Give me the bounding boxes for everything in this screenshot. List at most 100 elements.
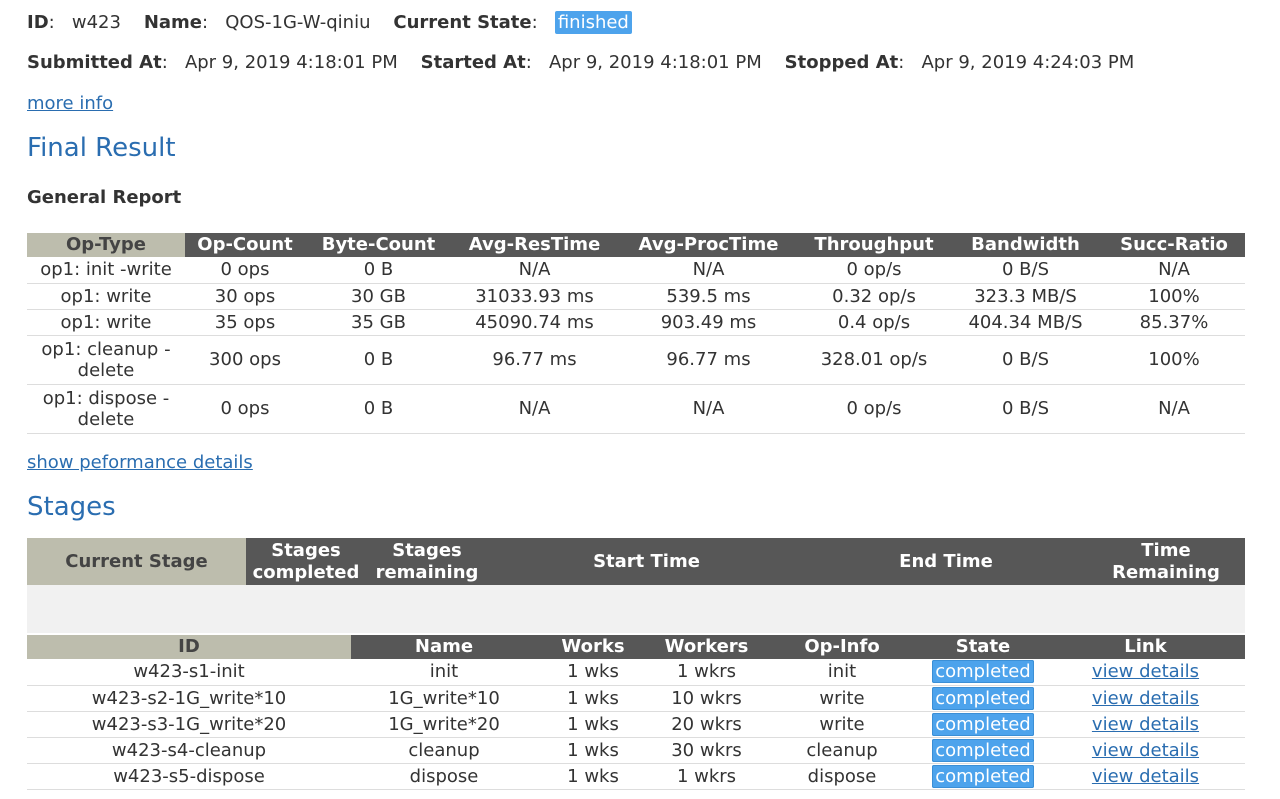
stage-name: 1G_write*10 <box>351 685 537 712</box>
table-cell: 35 ops <box>185 309 305 336</box>
table-cell: op1: cleanup - delete <box>27 335 185 385</box>
stage-works: 1 wks <box>537 737 649 764</box>
col-header: Avg-ResTime <box>452 233 617 257</box>
view-details-link[interactable]: view details <box>1092 740 1199 761</box>
view-details-link[interactable]: view details <box>1092 714 1199 735</box>
table-cell: 35 GB <box>305 309 452 336</box>
stage-summary-empty-row <box>27 585 1245 633</box>
table-cell: op1: write <box>27 309 185 336</box>
id-label: ID <box>27 12 49 33</box>
stage-link-cell: view details <box>1046 711 1245 738</box>
table-cell: 0.4 op/s <box>800 309 948 336</box>
col-header: Link <box>1046 635 1245 659</box>
col-header: Stages remaining <box>366 538 488 585</box>
started-time: Apr 9, 2019 4:18:01 PM <box>548 52 762 73</box>
stage-link-cell: view details <box>1046 685 1245 712</box>
table-cell: 0 op/s <box>800 384 948 434</box>
table-cell: 404.34 MB/S <box>948 309 1103 336</box>
show-performance-details-link[interactable]: show peformance details <box>27 452 253 473</box>
table-cell: 100% <box>1103 283 1245 310</box>
stage-id: w423-s4-cleanup <box>27 737 351 764</box>
stopped-label: Stopped At <box>784 52 899 73</box>
stage-row: w423-s4-cleanup cleanup 1 wks 30 wkrs cl… <box>27 737 1245 764</box>
stage-summary-table: Current Stage Stages completed Stages re… <box>27 538 1245 585</box>
stage-link-cell: view details <box>1046 659 1245 686</box>
col-header: Op-Type <box>27 233 185 257</box>
stage-state-cell: completed <box>920 711 1046 738</box>
table-cell: 0 ops <box>185 257 305 284</box>
table-cell: N/A <box>452 257 617 284</box>
table-row: op1: write 30 ops 30 GB 31033.93 ms 539.… <box>27 283 1245 310</box>
stage-link-cell: view details <box>1046 737 1245 764</box>
view-details-link[interactable]: view details <box>1092 688 1199 709</box>
table-cell: N/A <box>617 257 800 284</box>
stage-workers: 1 wkrs <box>649 659 764 686</box>
table-cell: 96.77 ms <box>452 335 617 385</box>
table-cell: 0 B/S <box>948 384 1103 434</box>
general-report-title: General Report <box>27 187 182 208</box>
table-cell: 323.3 MB/S <box>948 283 1103 310</box>
stage-works: 1 wks <box>537 763 649 790</box>
state-badge: completed <box>932 660 1034 684</box>
state-badge: completed <box>932 738 1034 762</box>
stage-id: w423-s1-init <box>27 659 351 686</box>
col-header: Bandwidth <box>948 233 1103 257</box>
table-row: op1: dispose - delete 0 ops 0 B N/A N/A … <box>27 384 1245 434</box>
stage-workers: 30 wkrs <box>649 737 764 764</box>
stage-workers: 1 wkrs <box>649 763 764 790</box>
table-cell: N/A <box>1103 257 1245 284</box>
state-badge: completed <box>932 764 1034 788</box>
table-cell: 96.77 ms <box>617 335 800 385</box>
state-badge: finished <box>554 11 632 34</box>
submitted-time: Apr 9, 2019 4:18:01 PM <box>184 52 398 73</box>
table-cell: 328.01 op/s <box>800 335 948 385</box>
table-cell: 903.49 ms <box>617 309 800 336</box>
stage-works: 1 wks <box>537 711 649 738</box>
table-cell: 31033.93 ms <box>452 283 617 310</box>
col-header: Avg-ProcTime <box>617 233 800 257</box>
stage-state-cell: completed <box>920 659 1046 686</box>
table-cell: 0 B/S <box>948 335 1103 385</box>
stages-header-row: ID Name Works Workers Op-Info State Link <box>27 635 1245 659</box>
table-cell: op1: dispose - delete <box>27 384 185 434</box>
stage-id: w423-s5-dispose <box>27 763 351 790</box>
col-header: End Time <box>805 538 1087 585</box>
table-cell: op1: write <box>27 283 185 310</box>
table-cell: 0.32 op/s <box>800 283 948 310</box>
more-info-link[interactable]: more info <box>27 93 113 114</box>
stage-name: init <box>351 659 537 686</box>
view-details-link[interactable]: view details <box>1092 766 1199 787</box>
stopped-time: Apr 9, 2019 4:24:03 PM <box>921 52 1135 73</box>
stage-name: dispose <box>351 763 537 790</box>
stage-summary-header-row: Current Stage Stages completed Stages re… <box>27 538 1245 585</box>
stage-state-cell: completed <box>920 685 1046 712</box>
stage-name: cleanup <box>351 737 537 764</box>
stage-row: w423-s2-1G_write*10 1G_write*10 1 wks 10… <box>27 685 1245 712</box>
table-row: op1: write 35 ops 35 GB 45090.74 ms 903.… <box>27 309 1245 336</box>
col-header: State <box>920 635 1046 659</box>
name-label: Name <box>143 12 203 33</box>
table-cell: 45090.74 ms <box>452 309 617 336</box>
stage-row: w423-s3-1G_write*20 1G_write*20 1 wks 20… <box>27 711 1245 738</box>
table-cell: 300 ops <box>185 335 305 385</box>
table-cell: 30 ops <box>185 283 305 310</box>
col-header: ID <box>27 635 351 659</box>
stage-state-cell: completed <box>920 763 1046 790</box>
stage-name: 1G_write*20 <box>351 711 537 738</box>
state-label: Current State <box>393 12 532 33</box>
stage-link-cell: view details <box>1046 763 1245 790</box>
col-header: Stages completed <box>246 538 366 585</box>
stage-row: w423-s5-dispose dispose 1 wks 1 wkrs dis… <box>27 763 1245 790</box>
col-header: Throughput <box>800 233 948 257</box>
workload-name: QOS-1G-W-qiniu <box>225 12 371 33</box>
table-cell: 0 B <box>305 335 452 385</box>
stages-table: ID Name Works Workers Op-Info State Link… <box>27 635 1245 790</box>
view-details-link[interactable]: view details <box>1092 661 1199 682</box>
table-cell: 0 op/s <box>800 257 948 284</box>
table-cell: 0 B <box>305 257 452 284</box>
workload-info-line-1: ID: w423 Name: QOS-1G-W-qiniu Current St… <box>27 11 632 34</box>
stage-op-info: write <box>764 685 920 712</box>
stage-row: w423-s1-init init 1 wks 1 wkrs init comp… <box>27 659 1245 686</box>
col-header: Succ-Ratio <box>1103 233 1245 257</box>
stage-id: w423-s3-1G_write*20 <box>27 711 351 738</box>
